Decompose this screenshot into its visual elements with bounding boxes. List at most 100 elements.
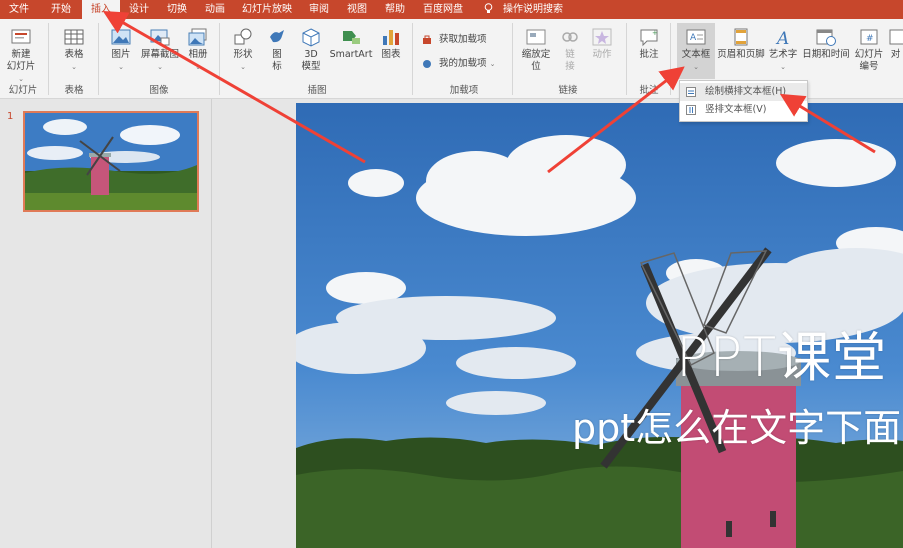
textbox-button[interactable]: A 文本框 ⌄ [677, 23, 715, 79]
screenshot-label: 屏幕截图 [140, 49, 179, 60]
get-addins-button[interactable]: 获取加载项 [422, 33, 487, 47]
my-addins-label: 我的加载项 [439, 58, 487, 69]
object-button[interactable]: 对 [888, 27, 903, 61]
menu-help[interactable]: 帮助 [376, 0, 414, 19]
slide-number-label: 幻灯片 编号 [854, 49, 884, 72]
my-addins-button[interactable]: 我的加载项 ⌄ [422, 57, 495, 71]
menu-item-vertical-textbox[interactable]: 竖排文本框(V) [680, 101, 807, 119]
table-icon [64, 29, 84, 45]
slide-number-1: 1 [7, 111, 14, 122]
object-label: 对 [890, 49, 901, 60]
textbox-dropdown-menu: 绘制横排文本框(H) 竖排文本框(V) [679, 80, 808, 122]
screenshot-icon [150, 29, 170, 46]
comment-label: 批注 [639, 49, 659, 60]
menu-insert[interactable]: 插入 [82, 0, 120, 19]
wordart-label: 艺术字 [768, 49, 798, 60]
zoom-label: 缩放定 位 [521, 49, 551, 72]
action-label: 动作 [592, 49, 612, 60]
cube-icon [302, 28, 320, 47]
divider [219, 23, 220, 95]
bar-chart-icon [383, 30, 399, 45]
menu-review[interactable]: 审阅 [300, 0, 338, 19]
svg-text:A: A [775, 29, 789, 47]
slide-number-icon: # [860, 29, 878, 45]
divider [670, 23, 671, 95]
icons-button[interactable]: 图 标 [262, 27, 292, 73]
horizontal-textbox-label: 绘制横排文本框(H) [705, 86, 787, 97]
group-label-images: 图像 [149, 85, 169, 96]
slide-subtitle-text[interactable]: ppt怎么在文字下面 [572, 397, 901, 452]
photo-album-button[interactable]: 相册 ⌄ [182, 27, 214, 73]
link-icon [562, 32, 578, 42]
get-addins-label: 获取加载项 [439, 34, 487, 45]
photo-album-icon [188, 28, 207, 46]
icons-icon [270, 30, 284, 43]
header-footer-label: 页眉和页脚 [717, 49, 765, 60]
picture-icon [111, 29, 131, 45]
menu-slideshow[interactable]: 幻灯片放映 [236, 0, 298, 19]
vertical-textbox-icon [686, 105, 696, 115]
textbox-icon: A [686, 29, 706, 45]
thumbnail-landscape-image [25, 113, 197, 210]
link-button[interactable]: 链 接 [558, 27, 582, 73]
smartart-button[interactable]: SmartArt [328, 27, 374, 61]
smartart-label: SmartArt [329, 49, 373, 60]
group-label-tables: 表格 [64, 85, 84, 96]
menu-design[interactable]: 设计 [120, 0, 158, 19]
star-action-icon [592, 28, 612, 46]
slide-canvas[interactable]: PPT课堂 ppt怎么在文字下面 [296, 103, 903, 548]
table-button[interactable]: 表格 ⌄ [55, 27, 93, 73]
menu-home[interactable]: 开始 [42, 0, 80, 19]
slide-number-button[interactable]: # 幻灯片 编号 [852, 27, 886, 73]
menu-file[interactable]: 文件 [0, 0, 38, 19]
chart-label: 图表 [381, 49, 401, 60]
date-time-label: 日期和时间 [802, 49, 850, 60]
shapes-label: 形状 [233, 49, 253, 60]
group-label-illustrations: 插图 [307, 85, 327, 96]
divider [512, 23, 513, 95]
comment-button[interactable]: + 批注 [633, 27, 665, 61]
group-label-addins: 加载项 [449, 85, 479, 96]
header-footer-button[interactable]: 页眉和页脚 [716, 27, 766, 61]
3d-models-button[interactable]: 3D 模型 [296, 27, 326, 73]
tell-me-search[interactable]: 操作说明搜索 [500, 0, 566, 19]
link-label: 链 接 [565, 49, 575, 72]
slide-thumbnail-1[interactable] [23, 111, 199, 212]
svg-text:#: # [866, 34, 874, 44]
store-icon [423, 35, 431, 44]
3d-models-label: 3D 模型 [301, 49, 321, 72]
menu-baidu-netdisk[interactable]: 百度网盘 [418, 0, 468, 19]
svg-text:+: + [652, 29, 658, 37]
menu-view[interactable]: 视图 [338, 0, 376, 19]
zoom-button[interactable]: 缩放定 位 [517, 27, 555, 73]
date-time-button[interactable]: 日期和时间 [800, 27, 852, 61]
divider [98, 23, 99, 95]
action-button[interactable]: 动作 [588, 27, 616, 61]
picture-button[interactable]: 图片 ⌄ [104, 27, 138, 73]
new-slide-icon [11, 29, 31, 44]
divider [626, 23, 627, 95]
menu-item-horizontal-textbox[interactable]: 绘制横排文本框(H) [680, 83, 807, 101]
screenshot-button[interactable]: 屏幕截图 ⌄ [138, 27, 182, 73]
picture-label: 图片 [111, 49, 131, 60]
divider [412, 23, 413, 95]
chart-button[interactable]: 图表 [376, 27, 406, 61]
zoom-icon [526, 29, 546, 45]
horizontal-textbox-icon [686, 87, 696, 97]
header-footer-icon [734, 28, 748, 46]
wordart-button[interactable]: A 艺术字 ⌄ [766, 27, 800, 73]
calendar-clock-icon [816, 29, 836, 46]
group-label-comments: 批注 [639, 85, 659, 96]
menu-animations[interactable]: 动画 [196, 0, 234, 19]
shapes-button[interactable]: 形状 ⌄ [226, 27, 260, 73]
menu-transitions[interactable]: 切换 [158, 0, 196, 19]
slide-title-text[interactable]: PPT课堂 [676, 313, 887, 392]
icons-label: 图 标 [272, 49, 282, 72]
new-slide-button[interactable]: 新建 幻灯片 ⌄ [3, 27, 39, 85]
new-slide-label: 新建 幻灯片 [6, 49, 36, 72]
table-label: 表格 [64, 49, 84, 60]
smartart-icon [343, 31, 360, 44]
textbox-label: 文本框 [681, 49, 711, 60]
divider [48, 23, 49, 95]
vertical-textbox-label: 竖排文本框(V) [705, 104, 767, 115]
